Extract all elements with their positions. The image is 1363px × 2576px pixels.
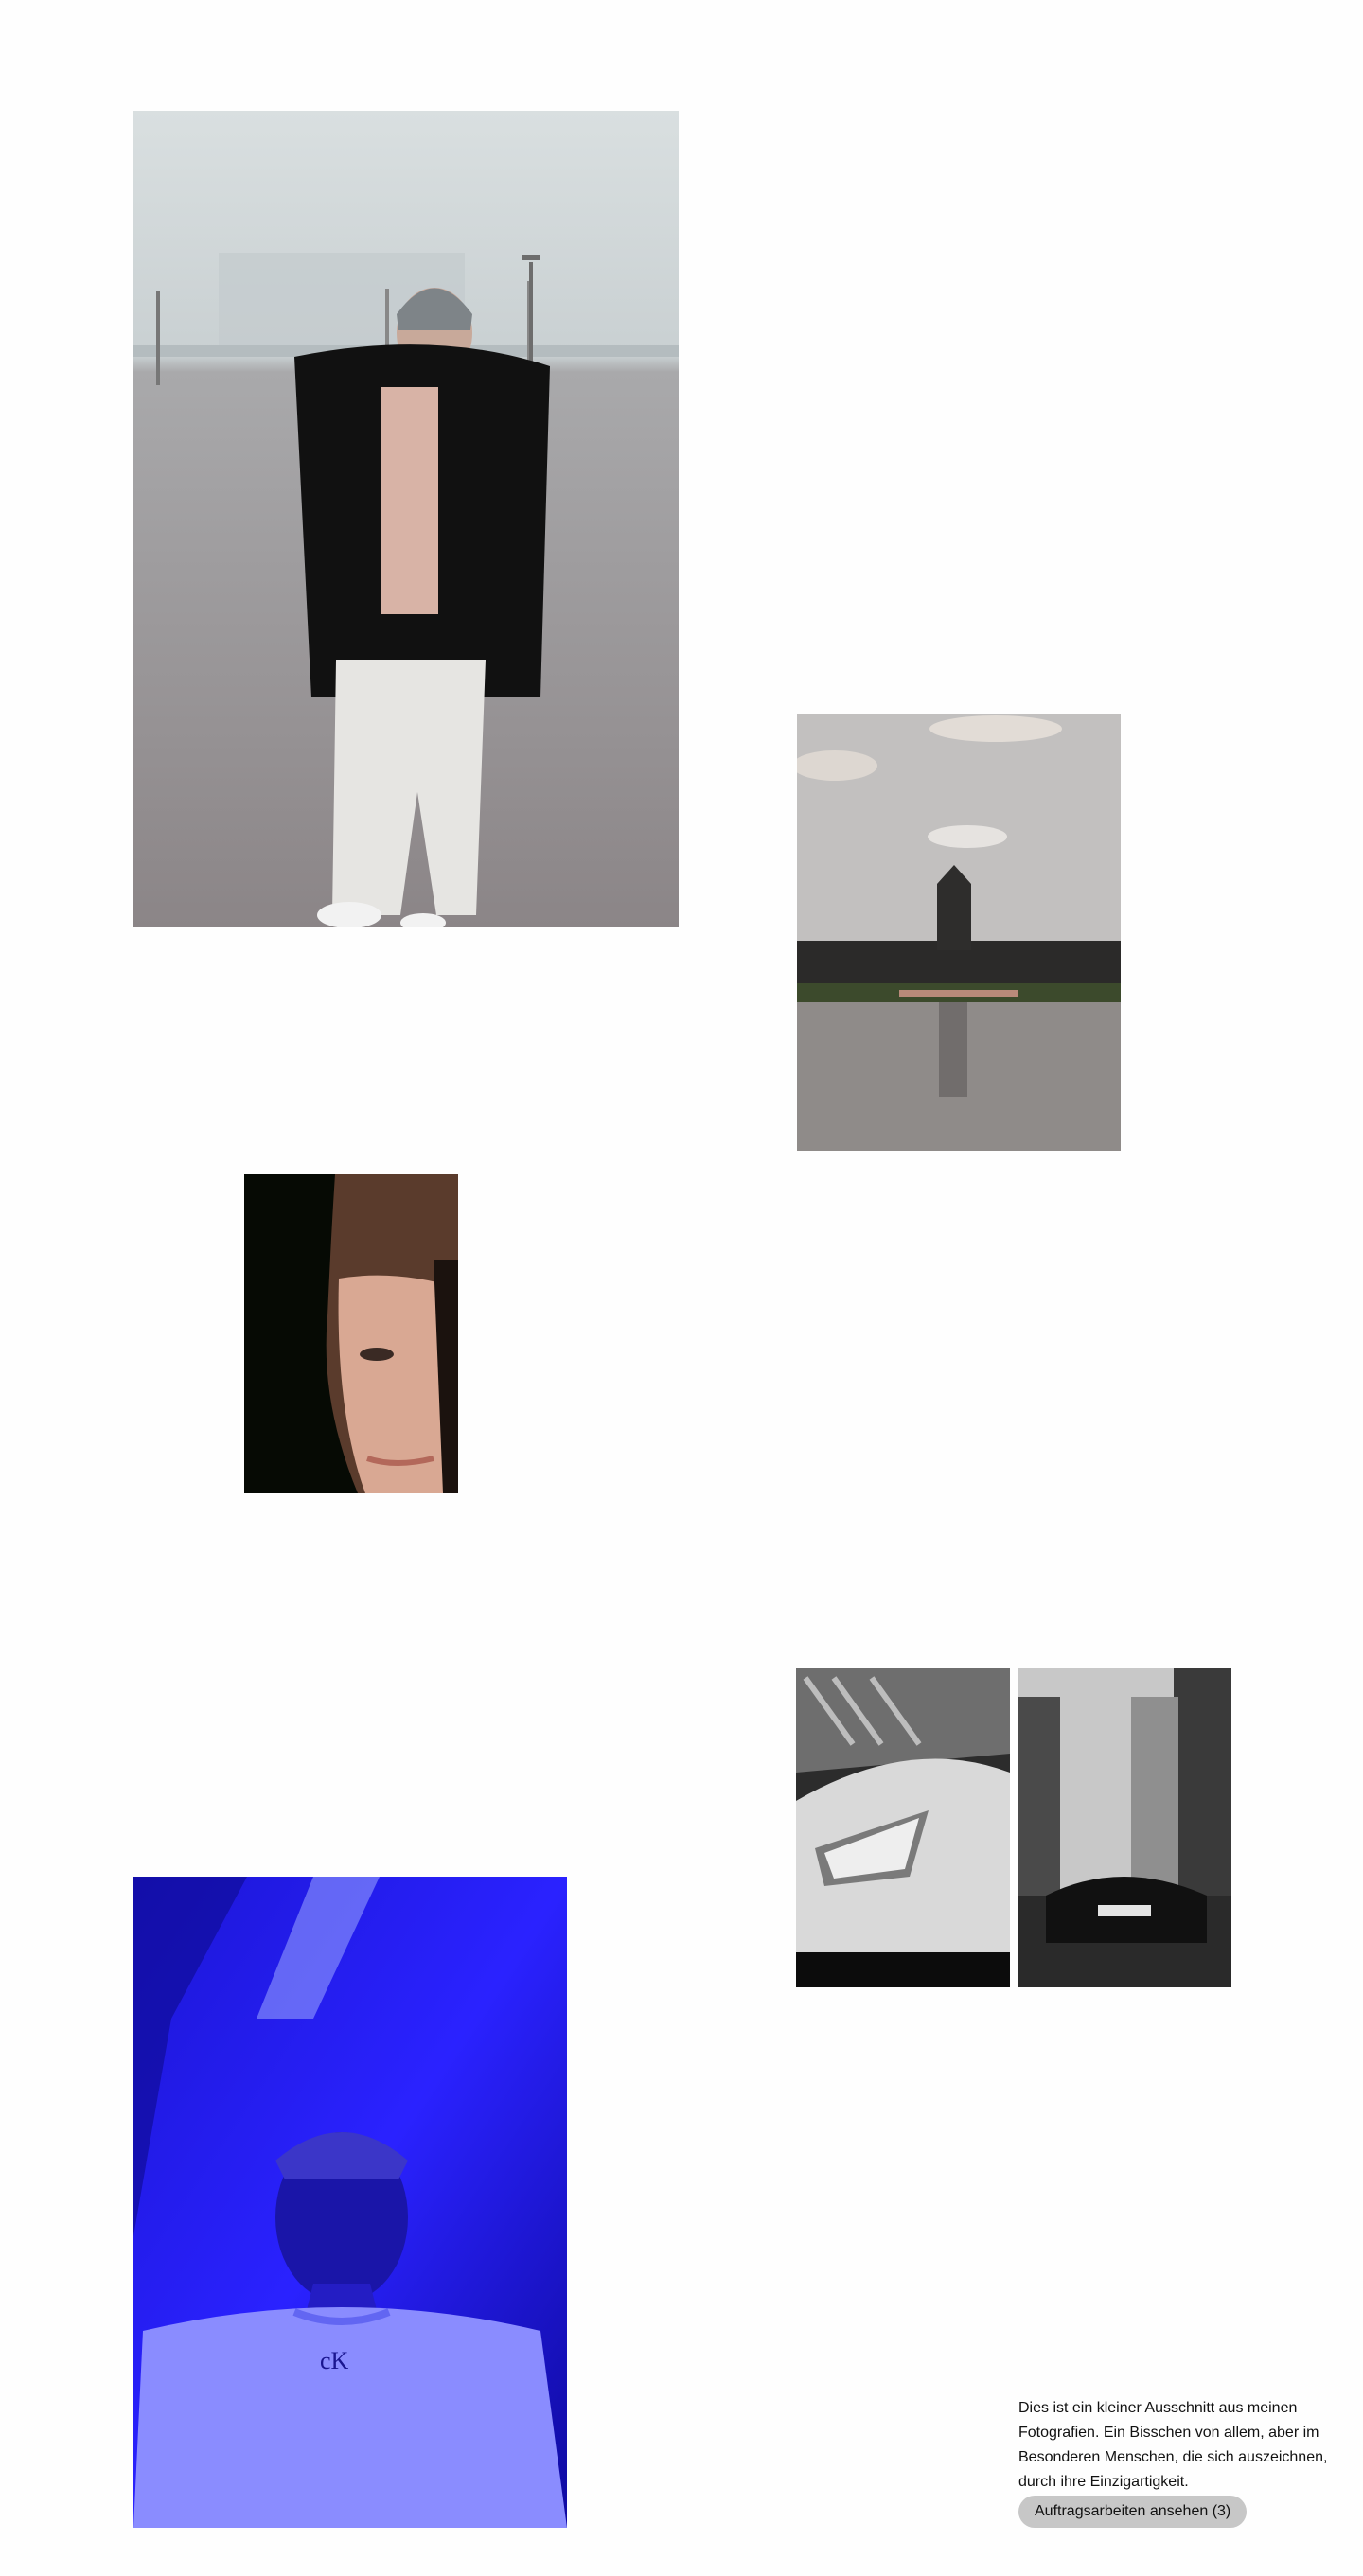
photo-car-headlight[interactable] bbox=[796, 1668, 1010, 1987]
photo-man-foggy-lot[interactable] bbox=[133, 111, 679, 927]
photo-car-street-image bbox=[1018, 1668, 1231, 1987]
photo-face-closeup-image bbox=[244, 1174, 458, 1493]
photo-car-street[interactable] bbox=[1018, 1668, 1231, 1987]
photo-car-headlight-image bbox=[796, 1668, 1010, 1987]
intro-text: Dies ist ein kleiner Ausschnitt aus mein… bbox=[1018, 2400, 1328, 2490]
photo-man-blue-light-image: cK bbox=[133, 1877, 567, 2528]
photo-palace-reflection[interactable] bbox=[797, 714, 1121, 1151]
ck-logo-mark: cK bbox=[320, 2347, 349, 2374]
commissions-button[interactable]: Auftragsarbeiten ansehen (3) bbox=[1018, 2496, 1248, 2528]
photo-man-blue-light[interactable]: cK bbox=[133, 1877, 567, 2528]
photo-face-closeup[interactable] bbox=[244, 1174, 458, 1493]
photo-palace-reflection-image bbox=[797, 714, 1121, 1151]
photo-man-foggy-lot-image bbox=[133, 111, 679, 927]
